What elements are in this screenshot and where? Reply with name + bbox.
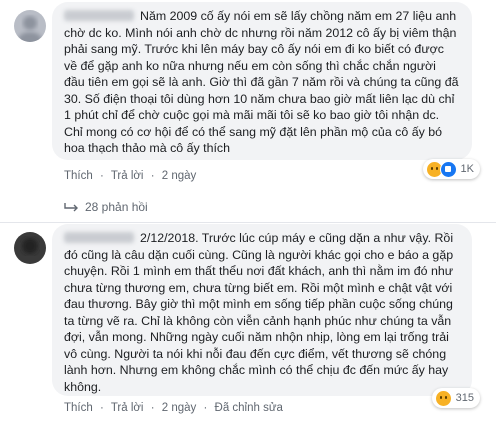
comment-bubble: 2/12/2018. Trước lúc cúp máy e cũng dặn … [52, 224, 472, 396]
comment-text: Năm 2009 cố ấy nói em sẽ lấy chồng năm e… [64, 9, 459, 155]
avatar[interactable] [14, 10, 46, 42]
avatar[interactable] [14, 232, 46, 264]
reaction-summary[interactable]: 315 [431, 388, 480, 408]
like-link[interactable]: Thích [64, 402, 93, 414]
sad-reaction-icon [434, 389, 452, 407]
edited-label[interactable]: Đã chỉnh sửa [215, 402, 283, 414]
reaction-count: 315 [455, 392, 474, 404]
separator: · [99, 402, 104, 414]
reply-arrow-icon [64, 203, 78, 212]
comment-actions: Thích · Trả lời · 2 ngày · Đã chỉnh sửa [64, 402, 283, 414]
reaction-count: 1K [460, 163, 474, 175]
view-replies-link[interactable]: 28 phản hồi [64, 200, 148, 214]
reply-link[interactable]: Trả lời [111, 170, 144, 182]
replies-count-label: 28 phản hồi [85, 200, 148, 214]
reaction-summary[interactable]: 1K [422, 159, 480, 179]
comment-bubble: Năm 2009 cố ấy nói em sẽ lấy chồng năm e… [52, 2, 472, 160]
timestamp[interactable]: 2 ngày [162, 170, 197, 182]
timestamp[interactable]: 2 ngày [162, 402, 197, 414]
like-reaction-icon [439, 160, 457, 178]
divider [0, 222, 496, 223]
separator: · [150, 170, 155, 182]
author-name[interactable] [64, 232, 134, 243]
comment-actions: Thích · Trả lời · 2 ngày [64, 170, 196, 182]
separator: · [203, 402, 208, 414]
like-link[interactable]: Thích [64, 170, 93, 182]
author-name[interactable] [64, 10, 134, 21]
separator: · [150, 402, 155, 414]
comment-text: 2/12/2018. Trước lúc cúp máy e cũng dặn … [64, 231, 454, 394]
separator: · [99, 170, 104, 182]
reply-link[interactable]: Trả lời [111, 402, 144, 414]
